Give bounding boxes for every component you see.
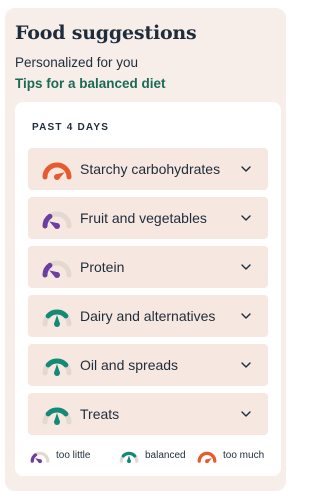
page-title: Food suggestions — [15, 22, 197, 44]
gauge-too-much-icon — [197, 451, 217, 464]
gauge-balanced-icon — [42, 358, 72, 376]
gauge-balanced-icon — [42, 407, 72, 425]
gauge-balanced-icon — [119, 451, 139, 464]
food-item-label: Starchy carbohydrates — [80, 161, 221, 177]
gauge-too-little-icon — [42, 211, 72, 229]
gauge-balanced-icon — [42, 309, 72, 327]
food-item-starchy-carbohydrates[interactable]: Starchy carbohydrates — [28, 148, 268, 190]
gauge-too-little-icon — [42, 260, 72, 278]
chevron-down-icon[interactable] — [240, 213, 252, 223]
legend-balanced-label: balanced — [145, 450, 186, 461]
food-item-dairy-and-alternatives[interactable]: Dairy and alternatives — [28, 295, 268, 337]
gauge-too-much-icon — [42, 162, 72, 180]
chevron-down-icon[interactable] — [240, 360, 252, 370]
food-item-treats[interactable]: Treats — [28, 393, 268, 435]
suggestions-panel: PAST 4 DAYS Starchy carbohydrates Fruit … — [15, 102, 281, 476]
food-item-label: Protein — [80, 259, 125, 275]
section-heading: PAST 4 DAYS — [32, 122, 110, 133]
food-item-oil-and-spreads[interactable]: Oil and spreads — [28, 344, 268, 386]
subtitle: Personalized for you — [15, 55, 139, 70]
gauge-too-little-icon — [30, 451, 50, 464]
food-suggestions-card: Food suggestions Personalized for you Ti… — [5, 8, 286, 491]
chevron-down-icon[interactable] — [240, 164, 252, 174]
chevron-down-icon[interactable] — [240, 311, 252, 321]
food-item-fruit-and-vegetables[interactable]: Fruit and vegetables — [28, 197, 268, 239]
chevron-down-icon[interactable] — [240, 262, 252, 272]
food-item-label: Dairy and alternatives — [80, 308, 216, 324]
legend-too-little-label: too little — [56, 450, 91, 461]
tips-link[interactable]: Tips for a balanced diet — [15, 76, 166, 91]
food-item-label: Treats — [80, 406, 120, 422]
food-item-label: Oil and spreads — [80, 357, 179, 373]
chevron-down-icon[interactable] — [240, 409, 252, 419]
legend-too-much-label: too much — [223, 450, 265, 461]
food-item-protein[interactable]: Protein — [28, 246, 268, 288]
legend: too little balanced too much — [29, 448, 269, 468]
food-item-label: Fruit and vegetables — [80, 210, 207, 226]
